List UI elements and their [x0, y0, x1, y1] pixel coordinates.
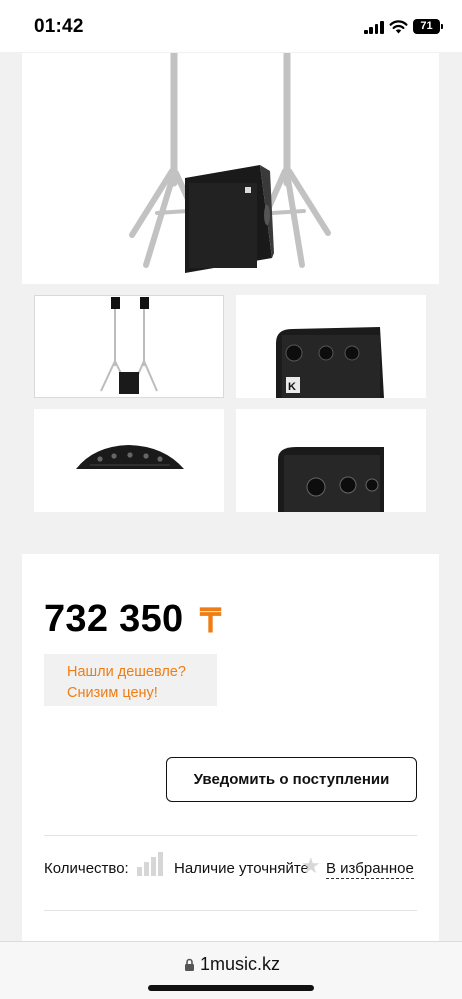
- quantity-label: Количество:: [44, 860, 129, 877]
- divider: [44, 835, 417, 836]
- wifi-icon: [389, 20, 408, 34]
- star-icon[interactable]: ★: [301, 854, 321, 878]
- control-strip-icon: [76, 445, 184, 469]
- amp-panel-closeup-icon: K: [276, 327, 384, 398]
- found-cheaper-line2: Снизим цену!: [67, 685, 158, 701]
- add-to-favorites-link[interactable]: В избранное: [326, 860, 414, 879]
- cellular-signal-icon: [364, 21, 384, 34]
- currency-symbol: ₸: [200, 602, 221, 639]
- price-card: 732 350 ₸ Нашли дешевле? Снизим цену! Ув…: [22, 554, 439, 954]
- svg-text:K: K: [288, 381, 296, 393]
- input-panel-closeup-icon: [278, 447, 384, 512]
- stock-level-icon: [137, 852, 169, 876]
- status-bar: 01:42 71: [0, 0, 462, 52]
- divider: [44, 910, 417, 911]
- found-cheaper-line1: Нашли дешевле?: [67, 664, 186, 680]
- availability-status: Наличие уточняйте: [174, 860, 309, 877]
- product-thumbnail-4[interactable]: [236, 409, 426, 512]
- battery-tip: [441, 24, 443, 29]
- status-time: 01:42: [34, 16, 84, 37]
- product-main-image[interactable]: [22, 53, 439, 284]
- speakers-on-stands-icon: [100, 297, 158, 394]
- home-indicator[interactable]: [148, 985, 314, 991]
- notify-availability-button[interactable]: Уведомить о поступлении: [166, 757, 417, 802]
- page-url[interactable]: 1music.kz: [200, 954, 280, 975]
- product-thumbnail-2[interactable]: K: [236, 295, 426, 398]
- battery-icon: 71: [413, 19, 440, 34]
- product-thumbnail-1[interactable]: [34, 295, 224, 398]
- speaker-on-stands-icon: [129, 53, 331, 273]
- lock-icon: [185, 958, 194, 971]
- found-cheaper-link[interactable]: Нашли дешевле? Снизим цену!: [44, 654, 217, 706]
- product-thumbnail-3[interactable]: [34, 409, 224, 512]
- price-value: 732 350: [44, 598, 184, 640]
